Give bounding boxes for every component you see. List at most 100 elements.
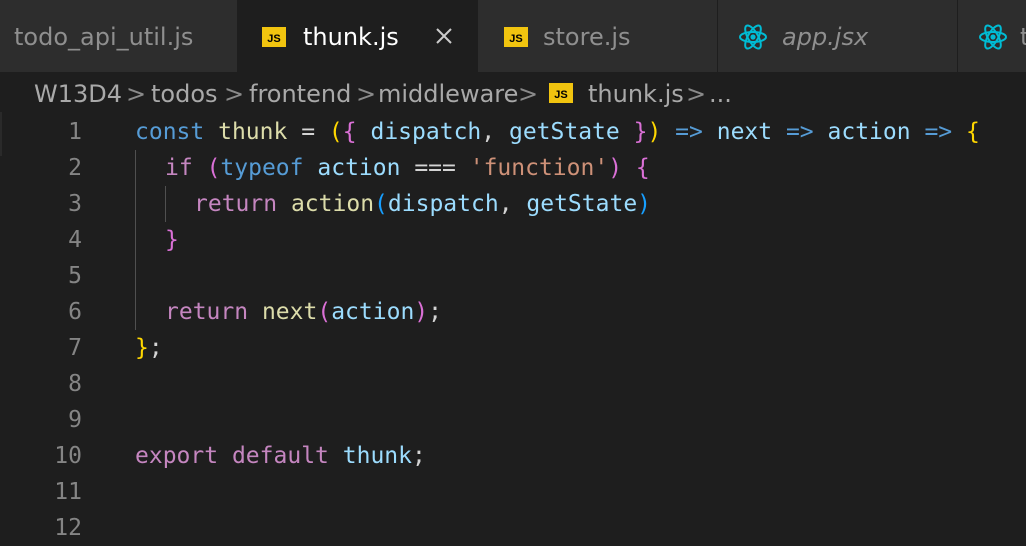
breadcrumb-item-more[interactable]: ...	[709, 76, 732, 112]
breadcrumb-separator: >	[126, 80, 147, 108]
tab-label: t	[1020, 23, 1026, 51]
token-keyword: default	[231, 443, 329, 469]
breadcrumb-item-todos[interactable]: todos	[151, 76, 218, 112]
token-operator: ===	[400, 155, 470, 181]
token-bracket: (	[374, 191, 388, 217]
line-number: 5	[68, 263, 82, 289]
js-file-icon: JS	[549, 83, 573, 103]
tab-todo-api-util[interactable]: todo_api_util.js	[0, 0, 238, 72]
close-icon[interactable]	[432, 24, 456, 48]
line-number: 8	[68, 371, 82, 397]
code-line-3: return action(dispatch, getState)	[194, 186, 651, 222]
token-variable: action	[331, 299, 415, 325]
token-function-call: next	[261, 299, 318, 325]
code-editor[interactable]: 1 2 3 4 5 6 7 8 9 10 11 12 const thunk =…	[0, 112, 1026, 541]
token-arrow: =>	[772, 119, 828, 145]
token-bracket: )	[637, 191, 652, 217]
token-bracket: (	[317, 299, 332, 325]
token-parameter: next	[716, 119, 773, 145]
token-variable: action	[317, 155, 401, 181]
token-punctuation: ,	[481, 119, 509, 145]
tab-overflow[interactable]: t	[958, 0, 1026, 72]
line-number: 6	[68, 299, 82, 325]
token-parameter: action	[827, 119, 911, 145]
token-operator: =	[287, 119, 329, 145]
token-parameter: getState	[508, 119, 620, 145]
line-number: 4	[68, 227, 82, 253]
code-line-1: const thunk = ({ dispatch, getState }) =…	[135, 114, 980, 150]
token-arrow: =>	[910, 119, 966, 145]
line-number: 7	[68, 335, 82, 361]
token-bracket: }	[165, 227, 179, 253]
breadcrumb-item-thunk[interactable]: thunk.js	[588, 76, 684, 112]
token-bracket: {	[635, 155, 650, 181]
tab-bar: todo_api_util.js JS thunk.js JS store.js…	[0, 0, 1026, 72]
token-punctuation: ;	[148, 335, 163, 361]
token-parameter: dispatch	[370, 119, 482, 145]
token-keyword: typeof	[220, 155, 304, 181]
js-file-icon: JS	[504, 27, 528, 47]
tab-thunk[interactable]: JS thunk.js	[238, 0, 478, 72]
tab-label: store.js	[543, 23, 631, 51]
line-number: 11	[54, 479, 82, 505]
token-bracket: {	[965, 119, 980, 145]
token-bracket: )	[608, 155, 623, 181]
breadcrumb-separator: >	[356, 80, 377, 108]
js-file-icon: JS	[262, 27, 286, 47]
breadcrumb-item-frontend[interactable]: frontend	[249, 76, 351, 112]
react-file-icon	[979, 24, 1007, 50]
line-number: 9	[68, 407, 82, 433]
token-function-name: thunk	[218, 119, 288, 145]
indent-guide	[135, 150, 136, 330]
token-keyword: if	[165, 155, 193, 181]
breadcrumb-item-middleware[interactable]: middleware	[378, 76, 518, 112]
token-function-call: action	[290, 191, 375, 217]
token-variable: thunk	[342, 443, 412, 469]
code-line-4: }	[165, 222, 179, 258]
token-arrow: =>	[661, 119, 717, 145]
code-line-7: };	[135, 330, 163, 366]
token-bracket: (	[328, 119, 343, 145]
token-keyword: const	[135, 119, 205, 145]
token-bracket: }	[633, 119, 648, 145]
breadcrumb-separator: >	[518, 80, 539, 108]
breadcrumb-separator: >	[686, 80, 707, 108]
token-string: 'function'	[469, 155, 609, 181]
token-bracket: )	[647, 119, 662, 145]
token-punctuation: ,	[498, 191, 527, 217]
line-number: 10	[54, 443, 82, 469]
tab-store[interactable]: JS store.js	[478, 0, 718, 72]
tab-label: app.jsx	[782, 23, 869, 51]
token-variable: getState	[526, 191, 638, 217]
token-bracket: (	[206, 155, 221, 181]
code-line-2: if (typeof action === 'function') {	[165, 150, 650, 186]
line-number: 1	[68, 119, 82, 145]
tab-label: todo_api_util.js	[14, 23, 194, 51]
line-number: 12	[54, 515, 82, 541]
react-file-icon	[739, 24, 767, 50]
token-keyword: export	[135, 443, 219, 469]
token-variable: dispatch	[387, 191, 499, 217]
code-line-10: export default thunk;	[135, 438, 426, 474]
token-bracket: )	[414, 299, 429, 325]
token-keyword: return	[194, 191, 278, 217]
breadcrumb-separator: >	[224, 80, 245, 108]
line-number: 2	[68, 155, 82, 181]
breadcrumb: W13D4 > todos > frontend > middleware > …	[0, 72, 1026, 112]
token-bracket: {	[342, 119, 357, 145]
token-bracket: }	[135, 335, 149, 361]
tab-label: thunk.js	[303, 23, 399, 51]
code-line-6: return next(action);	[165, 294, 442, 330]
tab-app-jsx[interactable]: app.jsx	[718, 0, 958, 72]
token-keyword: return	[165, 299, 249, 325]
breadcrumb-item-w13d4[interactable]: W13D4	[34, 76, 122, 112]
